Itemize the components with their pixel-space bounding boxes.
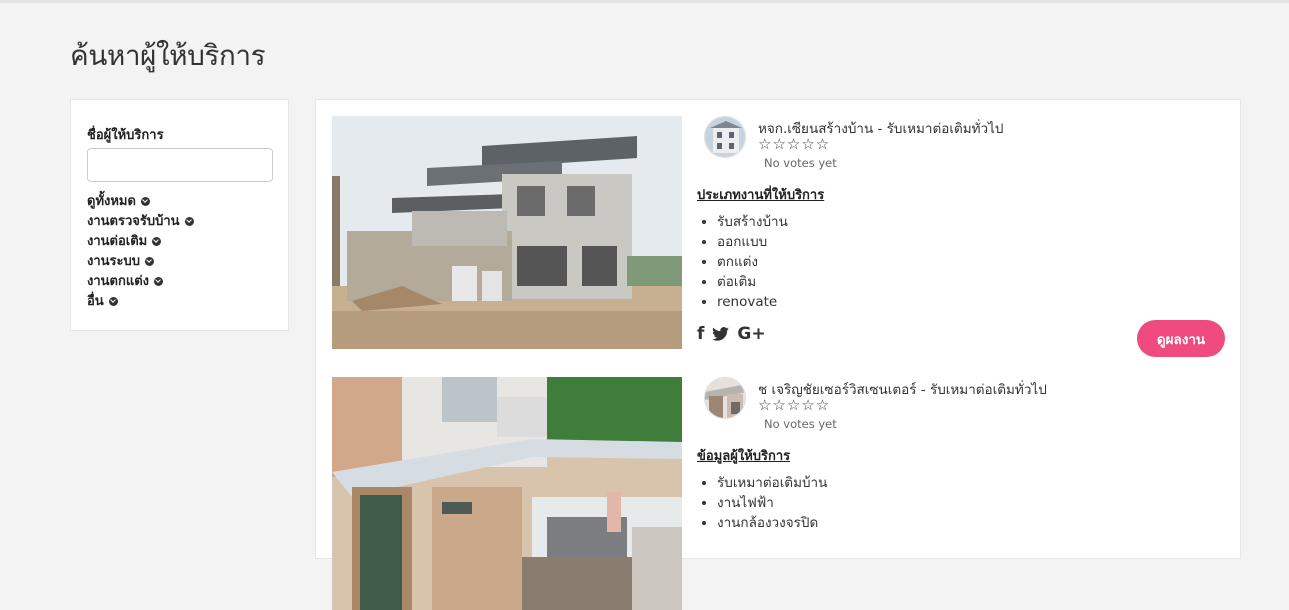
filter-sidebar: ชื่อผู้ให้บริการ ดูทั้งหมด งานตรวจรับบ้า… xyxy=(70,99,289,331)
provider-results: หจก.เซียนสร้างบ้าน - รับเหมาต่อเติมทั่วไ… xyxy=(315,99,1241,610)
chevron-down-icon xyxy=(154,276,164,286)
list-item: รับเหมาต่อเติมบ้าน xyxy=(717,473,827,493)
chevron-down-icon xyxy=(140,196,150,206)
list-item: renovate xyxy=(717,292,788,312)
service-list: รับเหมาต่อเติมบ้าน งานไฟฟ้า งานกล้องวงจร… xyxy=(697,473,827,533)
category-all[interactable]: ดูทั้งหมด xyxy=(87,190,194,210)
list-item: ต่อเติม xyxy=(717,272,788,292)
service-types-heading: ประเภทงานที่ให้บริการ xyxy=(697,188,825,203)
view-portfolio-button[interactable]: ดูผลงาน xyxy=(1137,320,1225,357)
list-item: ตกแต่ง xyxy=(717,252,788,272)
provider-avatar[interactable] xyxy=(704,377,746,419)
list-item: งานไฟฟ้า xyxy=(717,493,827,513)
chevron-down-icon xyxy=(184,216,194,226)
provider-name-label: ชื่อผู้ให้บริการ xyxy=(87,128,164,143)
social-links: f G+ xyxy=(697,324,766,344)
category-house-inspection[interactable]: งานตรวจรับบ้าน xyxy=(87,210,194,230)
page-title: ค้นหาผู้ให้บริการ xyxy=(70,39,266,72)
category-extension[interactable]: งานต่อเติม xyxy=(87,230,194,250)
category-other[interactable]: อื่น xyxy=(87,290,194,310)
list-item: งานกล้องวงจรปิด xyxy=(717,513,827,533)
service-list: รับสร้างบ้าน ออกแบบ ตกแต่ง ต่อเติม renov… xyxy=(697,212,788,312)
top-border xyxy=(0,0,1289,3)
provider-photo[interactable] xyxy=(332,116,682,349)
list-item: ออกแบบ xyxy=(717,232,788,252)
vote-count: No votes yet xyxy=(764,156,837,170)
category-list: ดูทั้งหมด งานตรวจรับบ้าน งานต่อเติม งานร… xyxy=(87,190,194,310)
vote-count: No votes yet xyxy=(764,417,837,431)
rating-stars[interactable]: ☆☆☆☆☆ xyxy=(758,135,830,153)
chevron-down-icon xyxy=(145,256,155,266)
provider-name-input[interactable] xyxy=(87,148,273,182)
category-systems[interactable]: งานระบบ xyxy=(87,250,194,270)
provider-card: หจก.เซียนสร้างบ้าน - รับเหมาต่อเติมทั่วไ… xyxy=(332,116,1225,357)
chevron-down-icon xyxy=(108,296,118,306)
google-plus-icon[interactable]: G+ xyxy=(737,324,765,344)
list-item: รับสร้างบ้าน xyxy=(717,212,788,232)
twitter-icon[interactable] xyxy=(712,327,730,341)
rating-stars[interactable]: ☆☆☆☆☆ xyxy=(758,396,830,414)
category-decoration[interactable]: งานตกแต่ง xyxy=(87,270,194,290)
provider-info-heading: ข้อมูลผู้ให้บริการ xyxy=(697,449,791,464)
chevron-down-icon xyxy=(152,236,162,246)
facebook-icon[interactable]: f xyxy=(697,324,704,344)
provider-card: ช เจริญชัยเซอร์วิสเซนเตอร์ - รับเหมาต่อเ… xyxy=(332,377,1225,610)
provider-avatar[interactable] xyxy=(704,116,746,158)
provider-photo[interactable] xyxy=(332,377,682,610)
